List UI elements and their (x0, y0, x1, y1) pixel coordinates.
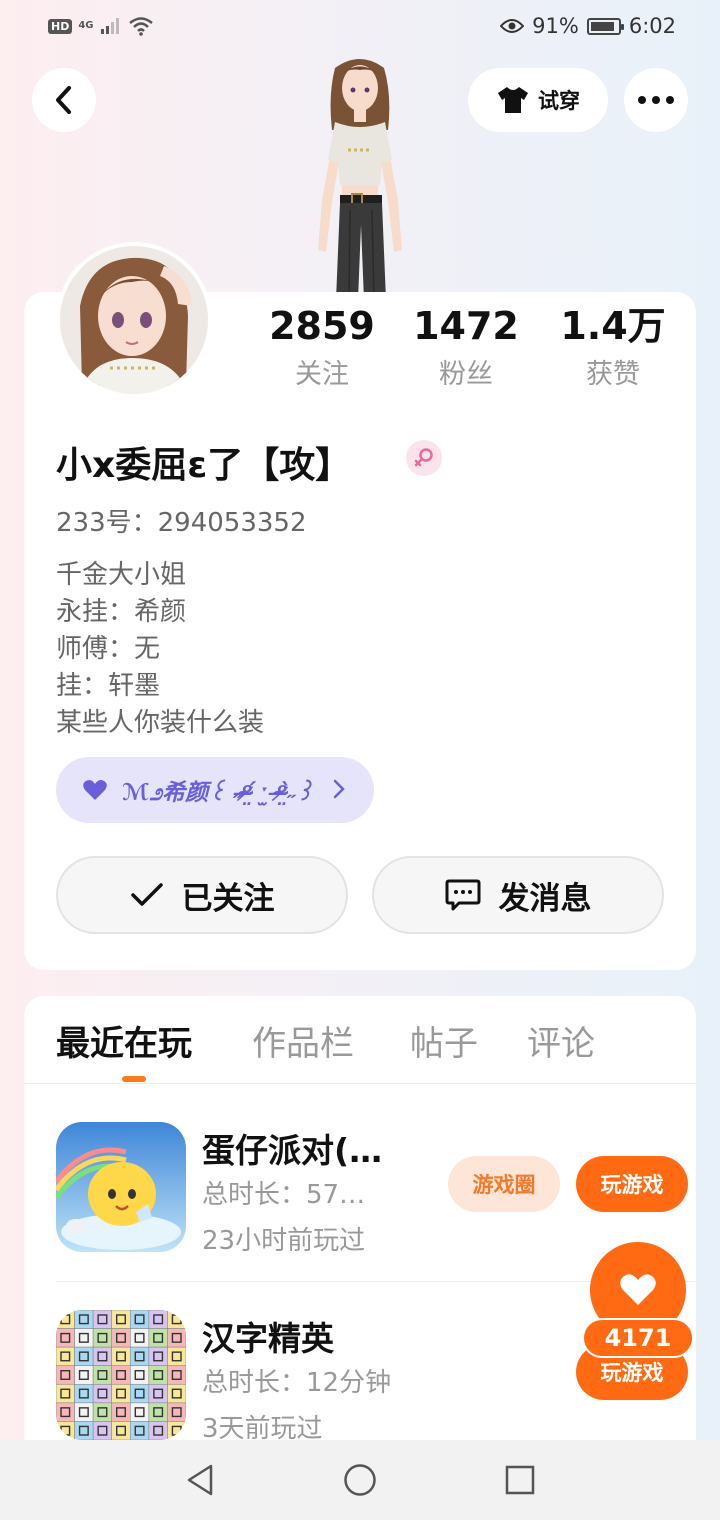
bio-line: 某些人你装什么装 (56, 708, 265, 738)
avatar-figure-image (318, 59, 402, 300)
eye-icon (500, 19, 525, 33)
tab-works[interactable]: 作品栏 (252, 1016, 354, 1065)
heart-icon (620, 1274, 656, 1305)
triangle-back-icon (187, 1464, 213, 1496)
game-last-played: 23小时前玩过 (202, 1226, 366, 1256)
circle-home-icon (344, 1464, 376, 1496)
more-dots-icon (638, 96, 674, 104)
bio-line: 永挂：希颜 (56, 597, 187, 627)
game-circle-button[interactable]: 游戏圈 (448, 1156, 560, 1212)
bio-line: 挂：轩墨 (56, 671, 161, 701)
try-on-button[interactable]: 试穿 (468, 68, 608, 132)
like-count: 4171 (582, 1318, 694, 1358)
battery-fill (590, 21, 615, 31)
battery-percent: 91% (532, 14, 579, 38)
check-icon (130, 883, 163, 906)
bond-tag[interactable]: ℳ೨希颜꒰ ˶ᵒ̴̶̷̤́ ˑ̫ ᵒ̴̶̷̤̀˶꒱ (56, 757, 374, 823)
play-game-button[interactable]: 玩游戏 (576, 1156, 688, 1212)
user-id: 233号：294053352 (56, 508, 307, 538)
nav-back-button[interactable] (182, 1462, 218, 1498)
stat-likes[interactable]: 1.4万 获赞 (543, 302, 683, 391)
bio-line: 师傅：无 (56, 634, 161, 664)
nav-recents-button[interactable] (502, 1462, 538, 1498)
profile-stats: 2859 关注 1472 粉丝 1.4万 获赞 (0, 302, 720, 402)
tab-posts[interactable]: 帖子 (410, 1016, 478, 1065)
stat-value: 1.4万 (560, 304, 666, 348)
following-label: 已关注 (181, 880, 275, 917)
square-recents-icon (505, 1465, 535, 1495)
stat-label: 粉丝 (439, 359, 493, 390)
battery-icon (586, 17, 624, 35)
nav-home-button[interactable] (342, 1462, 378, 1498)
status-right: 91% 6:02 (500, 14, 676, 38)
nickname: 小x委屈ɛ了【攻】 (56, 445, 352, 486)
chevron-right-icon (333, 779, 345, 799)
stat-label: 关注 (295, 359, 349, 390)
more-button[interactable] (624, 68, 688, 132)
tab-recently-played[interactable]: 最近在玩 (56, 1016, 192, 1065)
heart-icon (83, 780, 107, 800)
back-button[interactable] (32, 68, 96, 132)
content-card: 最近在玩 作品栏 帖子 评论 蛋仔派对(… 总时长：57… 23小时前玩过 游戏… (24, 996, 696, 1456)
game-list-item[interactable]: 蛋仔派对(… 总时长：57… 23小时前玩过 游戏圈 玩游戏 (56, 1122, 696, 1280)
game-title: 蛋仔派对(… (202, 1131, 383, 1170)
game-title: 汉字精英 (202, 1319, 334, 1358)
system-nav-bar (0, 1440, 720, 1520)
female-icon (406, 440, 442, 476)
chevron-left-icon (56, 86, 71, 114)
following-button[interactable]: 已关注 (56, 856, 348, 934)
bond-tag-label: ℳ೨希颜꒰ ˶ᵒ̴̶̷̤́ ˑ̫ ᵒ̴̶̷̤̀˶꒱ (122, 780, 314, 806)
stat-following[interactable]: 2859 关注 (252, 302, 392, 391)
game-duration: 总时长：57… (202, 1180, 366, 1210)
tab-indicator (122, 1076, 146, 1082)
stat-label: 获赞 (586, 359, 640, 390)
stat-value: 2859 (269, 304, 375, 348)
network-type: 4G (78, 20, 94, 31)
send-message-button[interactable]: 发消息 (372, 856, 664, 934)
wifi-icon (128, 17, 153, 36)
stat-followers[interactable]: 1472 粉丝 (396, 302, 536, 391)
chat-bubble-icon (445, 879, 480, 911)
clock: 6:02 (628, 14, 676, 38)
send-message-label: 发消息 (498, 880, 592, 917)
hd-badge: HD (48, 18, 73, 34)
status-bar: HD 4G 91% 6:02 (0, 0, 720, 56)
tab-bar: 最近在玩 作品栏 帖子 评论 (24, 996, 696, 1084)
signal-icon (100, 18, 119, 34)
stat-value: 1472 (413, 304, 519, 348)
bio: 千金大小姐 永挂：希颜 师傅：无 挂：轩墨 某些人你装什么装 (56, 557, 264, 742)
tab-comments[interactable]: 评论 (527, 1016, 595, 1065)
tshirt-icon (498, 87, 528, 113)
game-icon-hanzi-elite (56, 1310, 186, 1440)
game-icon-eggy-party (56, 1122, 186, 1252)
bio-line: 千金大小姐 (56, 560, 187, 590)
status-left: HD 4G (48, 16, 154, 36)
try-on-label: 试穿 (538, 89, 580, 113)
game-duration: 总时长：12分钟 (202, 1368, 392, 1398)
